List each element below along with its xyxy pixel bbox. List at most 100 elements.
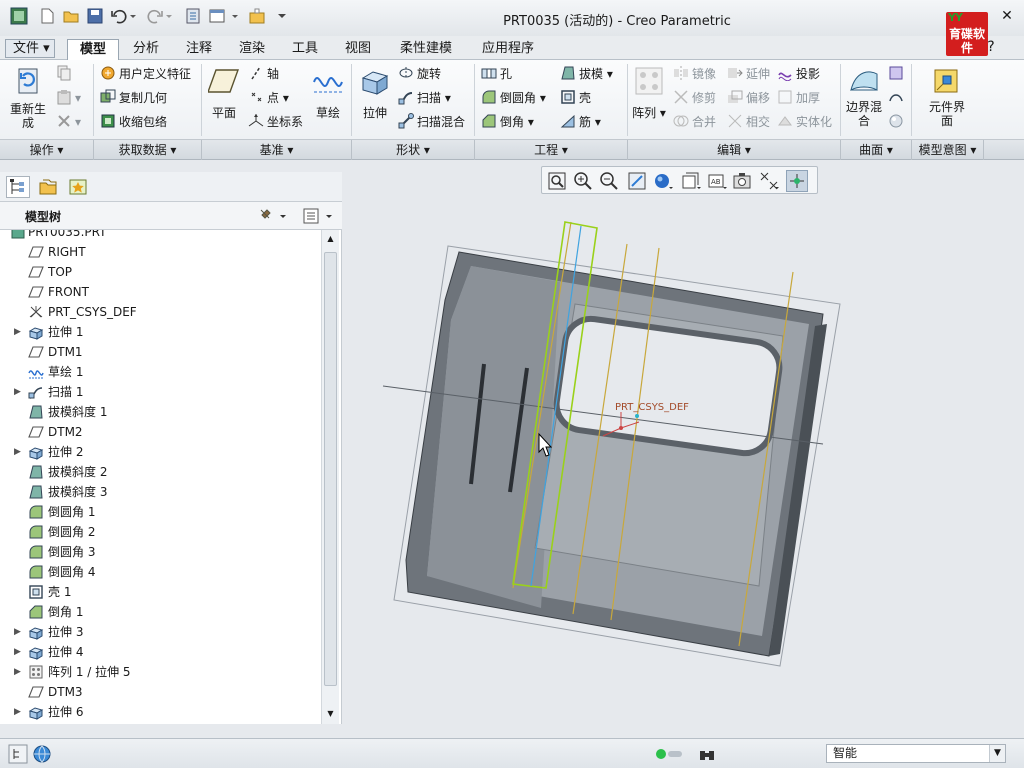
tab-annotate[interactable]: 注释 [177, 39, 221, 60]
intersect-button[interactable]: 相交 [727, 113, 770, 131]
pattern-button[interactable]: 阵列 ▾ [632, 66, 666, 120]
model-tree-tab-icon[interactable] [6, 176, 30, 198]
toggle-navigator-icon[interactable] [8, 744, 28, 767]
filter-dropdown-icon[interactable]: ▼ [989, 745, 1005, 762]
group-shapes[interactable]: 形状 ▾ [352, 140, 475, 160]
tree-expand-icon[interactable]: ▶ [14, 442, 21, 462]
tree-settings-icon[interactable] [258, 207, 286, 228]
tree-scrollbar[interactable]: ▲ ▼ [321, 230, 339, 724]
tree-item-label: 拔模斜度 2 [48, 465, 108, 479]
shell-icon [561, 90, 575, 104]
round-button[interactable]: 倒圆角 ▾ [481, 89, 546, 107]
thicken-button[interactable]: 加厚 [777, 89, 820, 107]
sweep-button[interactable]: 扫描 ▾ [398, 89, 451, 107]
tab-render[interactable]: 渲染 [230, 39, 274, 60]
copy-geometry-button[interactable]: 复制几何 [100, 89, 167, 107]
folder-browser-tab-icon[interactable] [36, 176, 60, 198]
revolve-button[interactable]: 旋转 [398, 65, 441, 83]
tab-analysis[interactable]: 分析 [124, 39, 168, 60]
coordinate-system-button[interactable]: 坐标系 [248, 113, 303, 131]
sweep-label: 扫描 [417, 91, 442, 105]
delete-icon[interactable]: ▾ [56, 113, 81, 131]
axis-button[interactable]: 轴 [248, 65, 279, 83]
rib-button[interactable]: 筋 ▾ [560, 113, 601, 131]
shrinkwrap-button[interactable]: 收缩包络 [100, 113, 167, 131]
extrude-icon [28, 324, 44, 340]
chamfer-icon [28, 604, 44, 620]
offset-button[interactable]: 偏移 [727, 89, 770, 107]
merge-icon [673, 115, 689, 127]
tab-model[interactable]: 模型 [67, 39, 119, 60]
merge-button[interactable]: 合并 [673, 113, 716, 131]
tree-expand-icon[interactable]: ▶ [14, 702, 21, 722]
tree-show-icon[interactable] [302, 207, 336, 228]
graphics-toolbar: AB [541, 166, 818, 194]
group-editing[interactable]: 编辑 ▾ [628, 140, 841, 160]
paste-icon[interactable]: ▾ [56, 89, 81, 107]
group-get-data[interactable]: 获取数据 ▾ [94, 140, 202, 160]
tree-expand-icon[interactable]: ▶ [14, 382, 21, 402]
point-button[interactable]: 点 ▾ [248, 89, 289, 107]
freestyle-icon[interactable] [888, 113, 907, 131]
component-interface-button[interactable]: 元件界面 [924, 66, 970, 128]
chamfer-button[interactable]: 倒角 ▾ [481, 113, 534, 131]
datum-display-icon[interactable] [758, 170, 780, 192]
refit-icon[interactable] [546, 170, 568, 192]
group-operations[interactable]: 操作 ▾ [0, 140, 94, 160]
perspective-icon[interactable] [732, 170, 754, 192]
solidify-button[interactable]: 实体化 [777, 113, 832, 131]
plane-button[interactable]: 平面 [206, 66, 242, 120]
file-menu[interactable]: 文件 ▾ [5, 39, 55, 58]
swept-blend-button[interactable]: 扫描混合 [398, 113, 465, 131]
fill-surface-icon[interactable] [888, 65, 907, 83]
group-surfaces[interactable]: 曲面 ▾ [841, 140, 912, 160]
boundary-blend-button[interactable]: 边界混合 [844, 66, 884, 128]
selection-filter-select[interactable]: 智能 ▼ [826, 744, 1006, 763]
group-engineering[interactable]: 工程 ▾ [475, 140, 628, 160]
sketch-button[interactable]: 草绘 [309, 66, 347, 120]
regenerate-button[interactable]: 重新生成 [6, 66, 50, 130]
display-style-icon[interactable] [652, 170, 674, 192]
view-manager-icon[interactable]: AB [706, 170, 728, 192]
toggle-browser-icon[interactable] [32, 744, 52, 767]
scroll-down-icon[interactable]: ▼ [324, 707, 337, 720]
scroll-thumb[interactable] [324, 252, 337, 686]
extrude-button[interactable]: 拉伸 [356, 66, 394, 120]
tree-expand-icon[interactable]: ▶ [14, 662, 21, 682]
tab-tools[interactable]: 工具 [283, 39, 327, 60]
hole-button[interactable]: 孔 [481, 65, 512, 83]
project-button[interactable]: 投影 [777, 65, 820, 83]
trim-button[interactable]: 修剪 [673, 89, 716, 107]
tab-applications[interactable]: 应用程序 [472, 39, 544, 60]
tree-expand-icon[interactable]: ▶ [14, 622, 21, 642]
graphics-window[interactable]: AB PRT_CSYS_DEF [343, 160, 1024, 735]
zoom-in-icon[interactable] [572, 170, 594, 192]
find-icon[interactable] [698, 745, 716, 766]
zoom-out-icon[interactable] [598, 170, 620, 192]
scroll-up-icon[interactable]: ▲ [324, 232, 337, 245]
datum-plane-icon [28, 684, 44, 700]
extend-button[interactable]: 延伸 [727, 65, 770, 83]
tree-expand-icon[interactable]: ▶ [14, 322, 21, 342]
style-surface-icon[interactable] [888, 89, 907, 107]
status-indicator-icon [668, 751, 682, 757]
repaint-icon[interactable] [626, 170, 648, 192]
mirror-button[interactable]: 镜像 [673, 65, 716, 83]
group-model-intent[interactable]: 模型意图 ▾ [912, 140, 984, 160]
group-datum[interactable]: 基准 ▾ [202, 140, 352, 160]
tab-flexible-modeling[interactable]: 柔性建模 [390, 39, 462, 60]
datum-plane-icon [28, 244, 44, 260]
model-canvas[interactable]: PRT_CSYS_DEF [343, 200, 1024, 735]
user-defined-feature-button[interactable]: 用户定义特征 [100, 65, 191, 83]
point-icon [251, 92, 262, 102]
close-button[interactable]: ✕ [998, 7, 1016, 25]
draft-button[interactable]: 拔模 ▾ [560, 65, 613, 83]
copy-icon[interactable] [56, 65, 75, 83]
spin-center-icon[interactable] [786, 170, 808, 192]
shell-button[interactable]: 壳 [560, 89, 591, 107]
sketch-icon [28, 364, 44, 380]
saved-views-icon[interactable] [680, 170, 702, 192]
tree-expand-icon[interactable]: ▶ [14, 642, 21, 662]
favorites-tab-icon[interactable] [66, 176, 90, 198]
tab-view[interactable]: 视图 [336, 39, 380, 60]
